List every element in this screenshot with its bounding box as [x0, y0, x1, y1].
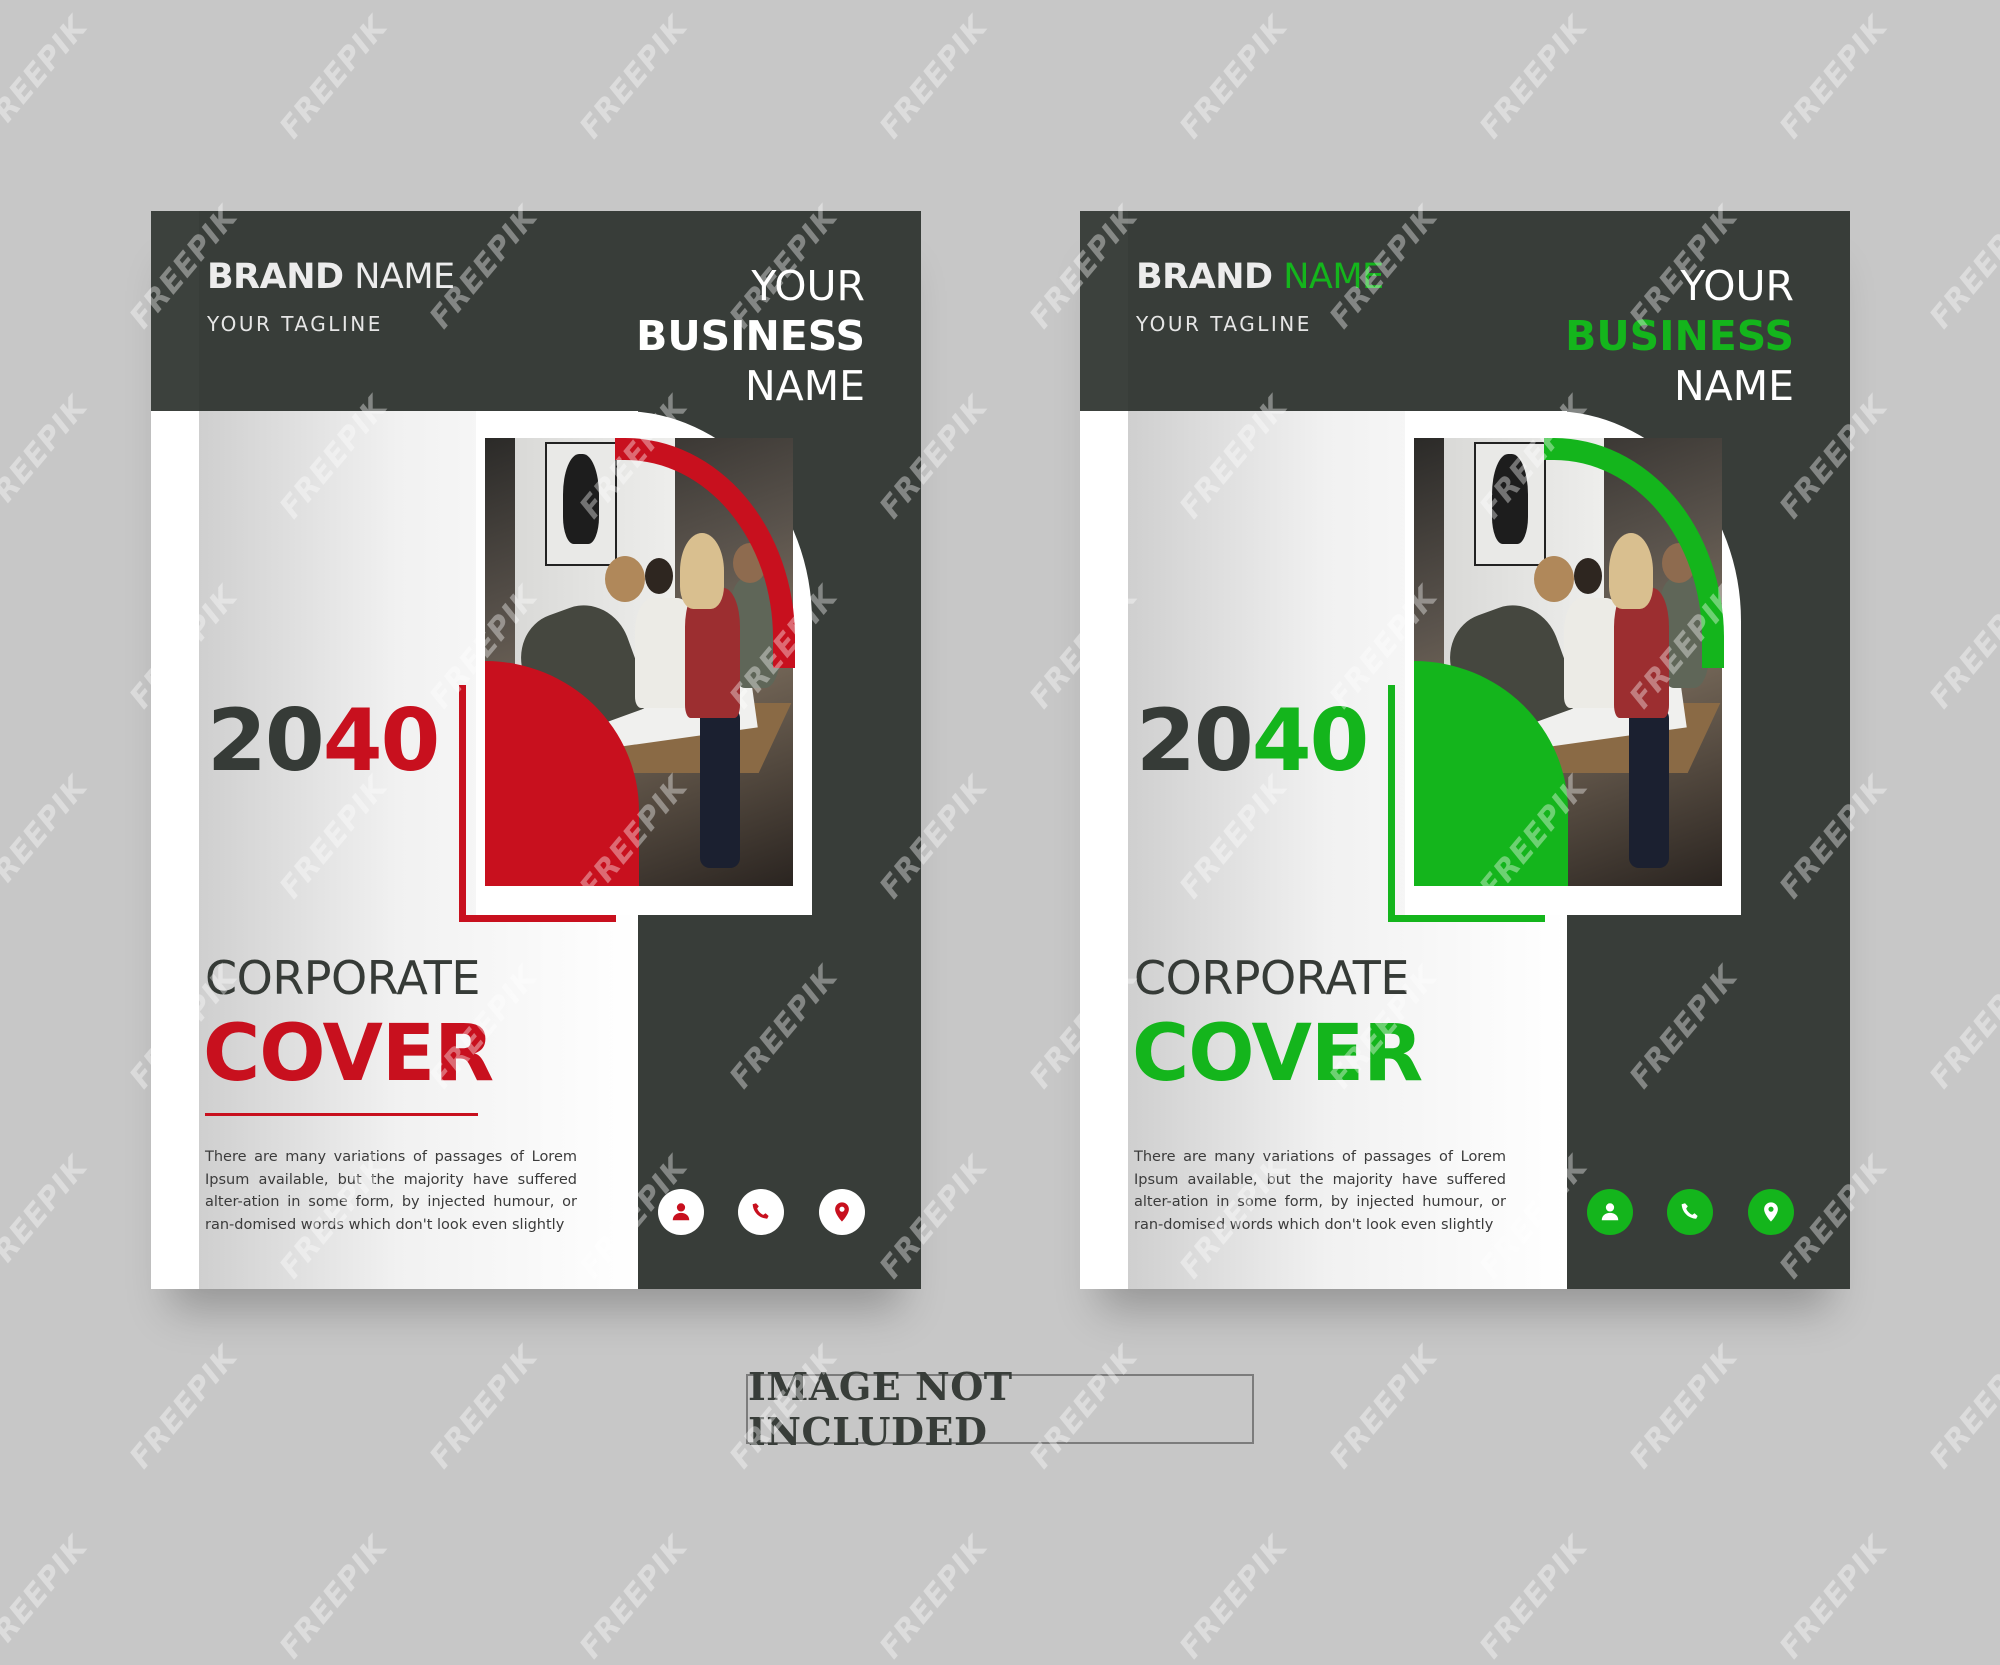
watermark-text: FREEPIK — [1773, 9, 1895, 146]
watermark-text: FREEPIK — [1473, 9, 1595, 146]
watermark-text: FREEPIK — [123, 1339, 245, 1476]
accent-bracket — [459, 685, 616, 922]
spine-shade — [151, 211, 199, 411]
business-name: YOUR BUSINESS NAME — [636, 261, 865, 411]
spine-white — [1080, 411, 1128, 1289]
cover-green: BRAND NAME YOUR TAGLINE YOUR BUSINESS NA… — [1080, 211, 1850, 1289]
user-icon[interactable] — [658, 1189, 704, 1235]
year-part-2: 40 — [322, 691, 441, 791]
brand-bold: BRAND — [207, 257, 344, 297]
watermark-text: FREEPIK — [1473, 1529, 1595, 1665]
business-line-1: YOUR — [1680, 262, 1794, 310]
business-name: YOUR BUSINESS NAME — [1565, 261, 1794, 411]
watermark-text: FREEPIK — [1773, 1529, 1895, 1665]
contact-icons — [1587, 1189, 1837, 1237]
year-part-1: 20 — [1136, 691, 1254, 791]
watermark-text: FREEPIK — [0, 1529, 95, 1665]
year: 2040 — [207, 691, 441, 791]
spine-shade — [1080, 211, 1128, 411]
tagline: YOUR TAGLINE — [1136, 312, 1312, 336]
brand-name: BRAND NAME — [1136, 257, 1384, 317]
location-pin-icon[interactable] — [1748, 1189, 1794, 1235]
watermark-text: FREEPIK — [1923, 199, 2000, 336]
body-text: There are many variations of passages of… — [1134, 1149, 1506, 1233]
business-line-2: BUSINESS — [636, 312, 865, 360]
image-not-included-label: IMAGE NOT INCLUDED — [746, 1364, 1254, 1454]
watermark-text: FREEPIK — [423, 1339, 545, 1476]
watermark-text: FREEPIK — [0, 769, 95, 906]
watermark-text: FREEPIK — [1173, 1529, 1295, 1665]
watermark-text: FREEPIK — [1923, 959, 2000, 1096]
year-part-2: 40 — [1251, 691, 1370, 791]
watermark-text: FREEPIK — [1323, 1339, 1445, 1476]
contact-icons — [658, 1189, 908, 1237]
brand-bold: BRAND — [1136, 257, 1273, 297]
brand-name: BRAND NAME — [207, 257, 455, 317]
user-icon[interactable] — [1587, 1189, 1633, 1235]
brand-light: NAME — [1283, 257, 1384, 297]
watermark-text: FREEPIK — [1173, 9, 1295, 146]
business-line-1: YOUR — [751, 262, 865, 310]
year: 2040 — [1136, 691, 1370, 791]
heading-corporate: CORPORATE — [1134, 951, 1409, 1005]
business-line-3: NAME — [1674, 362, 1794, 410]
heading-cover: COVER — [1132, 1009, 1423, 1099]
poster-portrait — [545, 442, 617, 566]
watermark-text: FREEPIK — [0, 389, 95, 526]
phone-icon[interactable] — [1667, 1189, 1713, 1235]
accent-bracket — [1388, 685, 1545, 922]
watermark-text: FREEPIK — [573, 9, 695, 146]
location-pin-icon[interactable] — [819, 1189, 865, 1235]
body-text: There are many variations of passages of… — [205, 1149, 577, 1233]
spine-white — [151, 411, 199, 1289]
heading-corporate: CORPORATE — [205, 951, 480, 1005]
watermark-text: FREEPIK — [0, 9, 95, 146]
watermark-text: FREEPIK — [273, 9, 395, 146]
watermark-text: FREEPIK — [0, 1149, 95, 1286]
year-part-1: 20 — [207, 691, 325, 791]
heading-cover: COVER — [203, 1009, 494, 1099]
business-line-3: NAME — [745, 362, 865, 410]
tagline: YOUR TAGLINE — [207, 312, 383, 336]
watermark-text: FREEPIK — [873, 9, 995, 146]
business-line-2: BUSINESS — [1565, 312, 1794, 360]
phone-icon[interactable] — [738, 1189, 784, 1235]
watermark-text: FREEPIK — [873, 1529, 995, 1665]
watermark-text: FREEPIK — [273, 1529, 395, 1665]
poster-portrait — [1474, 442, 1546, 566]
watermark-text: FREEPIK — [573, 1529, 695, 1665]
brand-light: NAME — [354, 257, 455, 297]
watermark-text: FREEPIK — [1623, 1339, 1745, 1476]
heading-underline — [205, 1113, 478, 1116]
cover-red: BRAND NAME YOUR TAGLINE YOUR BUSINESS NA… — [151, 211, 921, 1289]
watermark-text: FREEPIK — [1923, 579, 2000, 716]
watermark-text: FREEPIK — [1923, 1339, 2000, 1476]
